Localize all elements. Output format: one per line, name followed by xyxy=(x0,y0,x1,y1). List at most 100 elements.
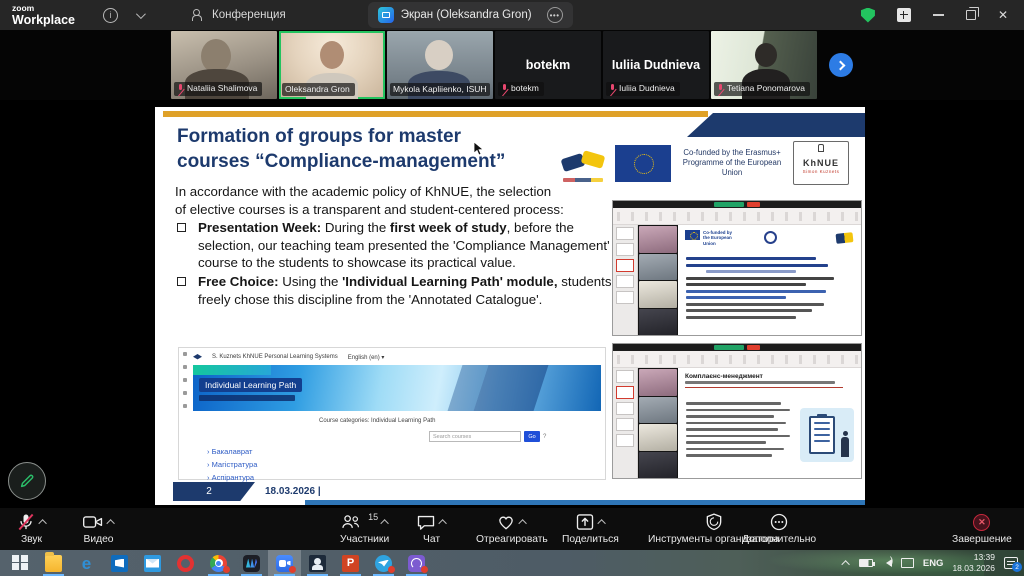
ilp-banner-title: Individual Learning Path xyxy=(199,378,302,392)
share-button[interactable]: Поделиться xyxy=(562,512,619,545)
battery-icon[interactable] xyxy=(859,559,873,567)
slide-thumbnails-panel xyxy=(613,368,638,479)
tab-screen-share[interactable]: Экран (Oleksandra Gron) ••• xyxy=(368,2,573,28)
powerpoint-ribbon xyxy=(613,208,861,225)
audio-button[interactable]: Звук xyxy=(16,512,47,545)
university-emblem-icon xyxy=(764,231,777,244)
chat-icon xyxy=(416,512,436,532)
language-indicator[interactable]: ENG xyxy=(923,558,944,569)
share-options-chevron[interactable] xyxy=(597,519,605,527)
taskbar-store[interactable] xyxy=(103,550,136,576)
taskbar-powerpoint[interactable]: P xyxy=(334,550,367,576)
highlighted-thumbnail xyxy=(616,386,634,399)
help-icon[interactable]: ? xyxy=(543,434,546,440)
participants-count: 15 xyxy=(368,512,378,522)
windows-logo-icon xyxy=(12,555,29,572)
participant-tile[interactable]: Mykola Kapliienko, ISUH xyxy=(387,31,493,99)
participant-tile[interactable]: botekm botekm xyxy=(495,31,601,99)
store-icon xyxy=(111,555,128,572)
restore-button[interactable] xyxy=(966,10,976,20)
participant-tile[interactable]: Nataliia Shalimova xyxy=(171,31,277,99)
tab-meeting[interactable]: Конференция xyxy=(181,2,296,28)
react-button[interactable]: Отреагировать xyxy=(476,512,548,545)
taskbar-photos[interactable] xyxy=(301,550,334,576)
opera-icon xyxy=(177,555,194,572)
participant-tile-active-speaker[interactable]: Oleksandra Gron xyxy=(279,31,385,99)
person-figure-icon xyxy=(841,437,849,457)
notification-badge xyxy=(223,566,230,573)
close-button[interactable]: ✕ xyxy=(998,9,1008,21)
mouse-cursor xyxy=(473,141,484,156)
notification-badge xyxy=(388,566,395,573)
annotate-button[interactable] xyxy=(8,462,46,500)
next-participants-button[interactable] xyxy=(829,53,853,77)
shield-icon xyxy=(704,512,724,532)
screenshot1-slide: Co-funded by the European Union xyxy=(678,225,861,336)
participant-tile[interactable]: Tetiana Ponomarova xyxy=(711,31,817,99)
stop-share-button-mini xyxy=(747,202,760,207)
slide-footer-bar xyxy=(305,500,865,505)
ilp-side-rail xyxy=(181,352,189,462)
tab-more-icon[interactable]: ••• xyxy=(547,7,563,23)
start-button[interactable] xyxy=(4,550,37,576)
security-shield-icon[interactable] xyxy=(861,8,875,23)
screenshot2-subtitle-bar xyxy=(685,381,835,384)
powerpoint-icon: P xyxy=(342,555,359,572)
more-button[interactable]: Дополнительно xyxy=(742,512,816,545)
participants-button[interactable]: 15 Участники xyxy=(340,512,389,545)
audio-options-chevron[interactable] xyxy=(38,519,46,527)
chat-button[interactable]: Чат xyxy=(416,512,447,545)
ilp-category-select[interactable]: Course categories: Individual Learning P… xyxy=(319,418,435,424)
windows-taskbar: e P ENG 13:39 18.03.2026 2 xyxy=(0,550,1024,576)
zoom-workplace-window: zoom Workplace i Конференция Экран (Olek… xyxy=(0,0,1024,576)
taskbar-edge[interactable]: e xyxy=(70,550,103,576)
clock[interactable]: 13:39 18.03.2026 xyxy=(952,552,995,573)
ilp-search-row: Search courses Go ? xyxy=(429,431,546,442)
heart-icon xyxy=(496,512,516,532)
taskbar-chrome[interactable] xyxy=(202,550,235,576)
video-button[interactable]: Видео xyxy=(82,512,115,545)
chat-options-chevron[interactable] xyxy=(438,519,446,527)
search-input[interactable]: Search courses xyxy=(429,431,521,442)
graduation-cap-icon xyxy=(193,354,202,360)
taskbar-viber[interactable] xyxy=(400,550,433,576)
speaker-icon[interactable] xyxy=(882,559,892,567)
zoom-workplace-icon xyxy=(243,555,260,572)
end-meeting-button[interactable]: ✕ Завершение xyxy=(952,512,1012,545)
powerpoint-ribbon xyxy=(613,351,861,368)
view-layout-icon[interactable] xyxy=(897,8,911,22)
red-divider xyxy=(685,387,843,388)
go-button[interactable]: Go xyxy=(524,431,540,442)
chevron-down-icon[interactable] xyxy=(136,9,146,19)
ilp-banner: Individual Learning Path xyxy=(193,365,601,411)
ilp-category-links: Бакалаврат Магістратура Аспірантура xyxy=(207,445,257,484)
taskbar-zoom-workplace[interactable] xyxy=(235,550,268,576)
link-master[interactable]: Магістратура xyxy=(207,458,257,471)
ilp-breadcrumb xyxy=(199,395,295,401)
screen-share-icon xyxy=(378,7,394,23)
camera-icon xyxy=(82,512,104,532)
react-options-chevron[interactable] xyxy=(519,519,527,527)
taskbar-opera[interactable] xyxy=(169,550,202,576)
taskbar-telegram[interactable] xyxy=(367,550,400,576)
people-icon xyxy=(191,9,205,21)
taskbar-file-explorer[interactable] xyxy=(37,550,70,576)
mail-icon xyxy=(144,555,161,572)
video-options-chevron[interactable] xyxy=(106,519,114,527)
stop-share-button-mini xyxy=(747,345,760,350)
link-bachelor[interactable]: Бакалаврат xyxy=(207,445,257,458)
participants-options-chevron[interactable] xyxy=(380,519,388,527)
network-monitor-icon[interactable] xyxy=(901,558,914,568)
tray-expand-icon[interactable] xyxy=(841,560,849,568)
info-icon[interactable]: i xyxy=(103,8,118,23)
action-center-icon[interactable]: 2 xyxy=(1004,557,1018,569)
taskbar-zoom-active[interactable] xyxy=(268,550,301,576)
ilp-language-menu[interactable]: English (en) ▾ xyxy=(348,354,385,361)
muted-mic-icon xyxy=(16,512,36,532)
meeting-screenshot-2: Комплаєнс-менеджмент xyxy=(612,343,862,479)
checkbox-bullet-icon xyxy=(177,277,186,286)
slide-gold-bar xyxy=(163,111,708,117)
participant-tile[interactable]: Iuliia Dudnieva Iuliia Dudnieva xyxy=(603,31,709,99)
minimize-button[interactable] xyxy=(933,14,944,16)
taskbar-mail[interactable] xyxy=(136,550,169,576)
